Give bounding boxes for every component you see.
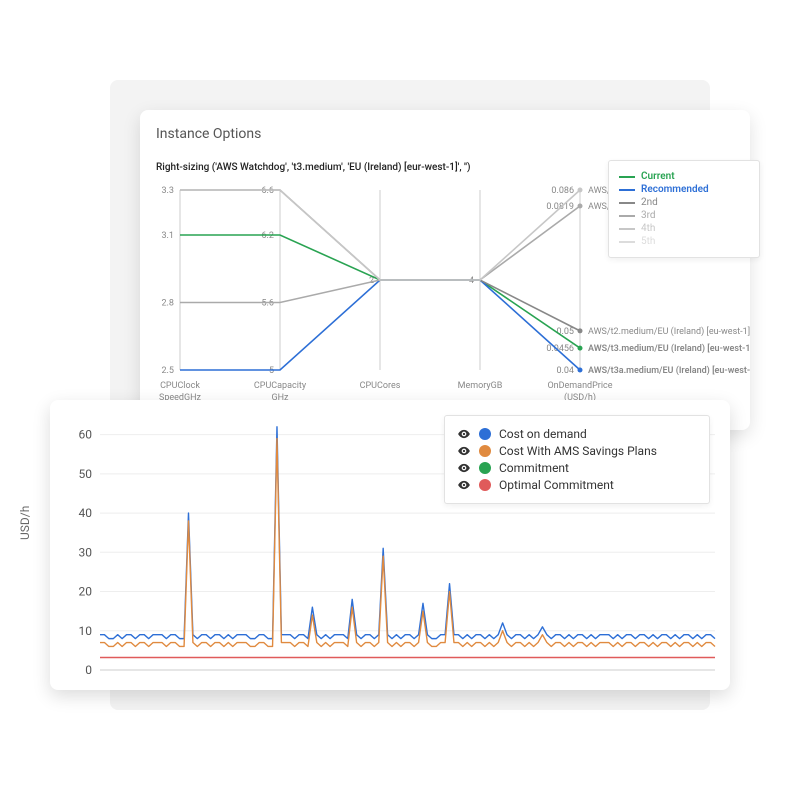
svg-text:2.8: 2.8 — [162, 299, 175, 309]
svg-text:5: 5 — [269, 366, 274, 376]
svg-text:40: 40 — [79, 506, 93, 520]
svg-text:30: 30 — [79, 545, 93, 559]
legend-label: Recommended — [641, 184, 709, 195]
svg-text:10: 10 — [79, 624, 93, 638]
legend-item[interactable]: Commitment — [457, 461, 697, 475]
card-title: Instance Options — [156, 126, 261, 142]
instance-options-card: Instance Options Right-sizing ('AWS Watc… — [140, 110, 750, 430]
y-axis-label: USD/h — [18, 506, 32, 540]
svg-text:60: 60 — [79, 428, 93, 442]
legend-item[interactable]: Current — [619, 171, 749, 182]
eye-icon — [457, 478, 471, 492]
legend-swatch — [619, 202, 635, 204]
svg-text:3.3: 3.3 — [162, 186, 175, 196]
svg-text:0.05: 0.05 — [556, 327, 574, 337]
legend-item[interactable]: Cost on demand — [457, 427, 697, 441]
legend-item[interactable]: 5th — [619, 236, 749, 247]
legend-item[interactable]: 3rd — [619, 210, 749, 221]
svg-text:AWS/t3a.medium/EU (Ireland) [e: AWS/t3a.medium/EU (Ireland) [eu-west-1]/… — [588, 365, 750, 376]
legend-swatch — [479, 445, 491, 457]
legend-item[interactable]: 4th — [619, 223, 749, 234]
legend-swatch — [619, 215, 635, 217]
legend-label: 5th — [641, 236, 655, 247]
svg-text:0.04: 0.04 — [556, 366, 574, 376]
svg-text:5.6: 5.6 — [262, 299, 275, 309]
svg-text:6.2: 6.2 — [262, 231, 275, 241]
legend-item[interactable]: Optimal Commitment — [457, 478, 697, 492]
instance-options-legend: Current Recommended 2nd 3rd 4th 5th — [608, 160, 760, 258]
legend-swatch — [619, 228, 635, 230]
svg-text:CPUCapacity: CPUCapacity — [254, 381, 307, 391]
svg-text:20: 20 — [79, 585, 93, 599]
legend-label: 2nd — [641, 197, 658, 208]
legend-label: Cost on demand — [499, 427, 587, 441]
svg-text:MemoryGB: MemoryGB — [458, 381, 503, 391]
svg-text:AWS/t2.medium/EU (Ireland) [eu: AWS/t2.medium/EU (Ireland) [eu-west-1]/L… — [588, 326, 750, 337]
svg-text:0.086: 0.086 — [551, 186, 574, 196]
svg-text:6.6: 6.6 — [262, 186, 275, 196]
svg-text:0: 0 — [85, 663, 92, 677]
cost-chart-card: 0 10 20 30 40 50 60 Cost on demand Cost With AM… — [50, 400, 730, 690]
eye-icon — [457, 461, 471, 475]
svg-text:CPUCores: CPUCores — [360, 381, 401, 391]
svg-text:3.1: 3.1 — [162, 231, 175, 241]
eye-icon — [457, 444, 471, 458]
legend-swatch — [619, 189, 635, 191]
legend-item[interactable]: Cost With AMS Savings Plans — [457, 444, 697, 458]
legend-item[interactable]: 2nd — [619, 197, 749, 208]
svg-text:2.5: 2.5 — [162, 366, 175, 376]
legend-label: Commitment — [499, 461, 569, 475]
cost-legend: Cost on demand Cost With AMS Savings Plan… — [444, 415, 710, 504]
legend-label: Current — [641, 171, 675, 182]
legend-swatch — [619, 176, 635, 178]
legend-label: Optimal Commitment — [499, 478, 614, 492]
legend-swatch — [479, 462, 491, 474]
legend-item[interactable]: Recommended — [619, 184, 749, 195]
legend-swatch — [479, 479, 491, 491]
legend-swatch — [619, 241, 635, 243]
legend-label: 3rd — [641, 210, 656, 221]
svg-text:OnDemandPrice: OnDemandPrice — [547, 381, 612, 391]
svg-text:50: 50 — [79, 467, 93, 481]
svg-text:AWS/t3.medium/EU (Ireland) [eu: AWS/t3.medium/EU (Ireland) [eu-west-1]/L… — [588, 343, 750, 354]
legend-label: Cost With AMS Savings Plans — [499, 444, 657, 458]
svg-text:CPUClock: CPUClock — [160, 381, 200, 391]
legend-swatch — [479, 428, 491, 440]
eye-icon — [457, 427, 471, 441]
svg-text:4: 4 — [469, 276, 474, 286]
legend-label: 4th — [641, 223, 655, 234]
